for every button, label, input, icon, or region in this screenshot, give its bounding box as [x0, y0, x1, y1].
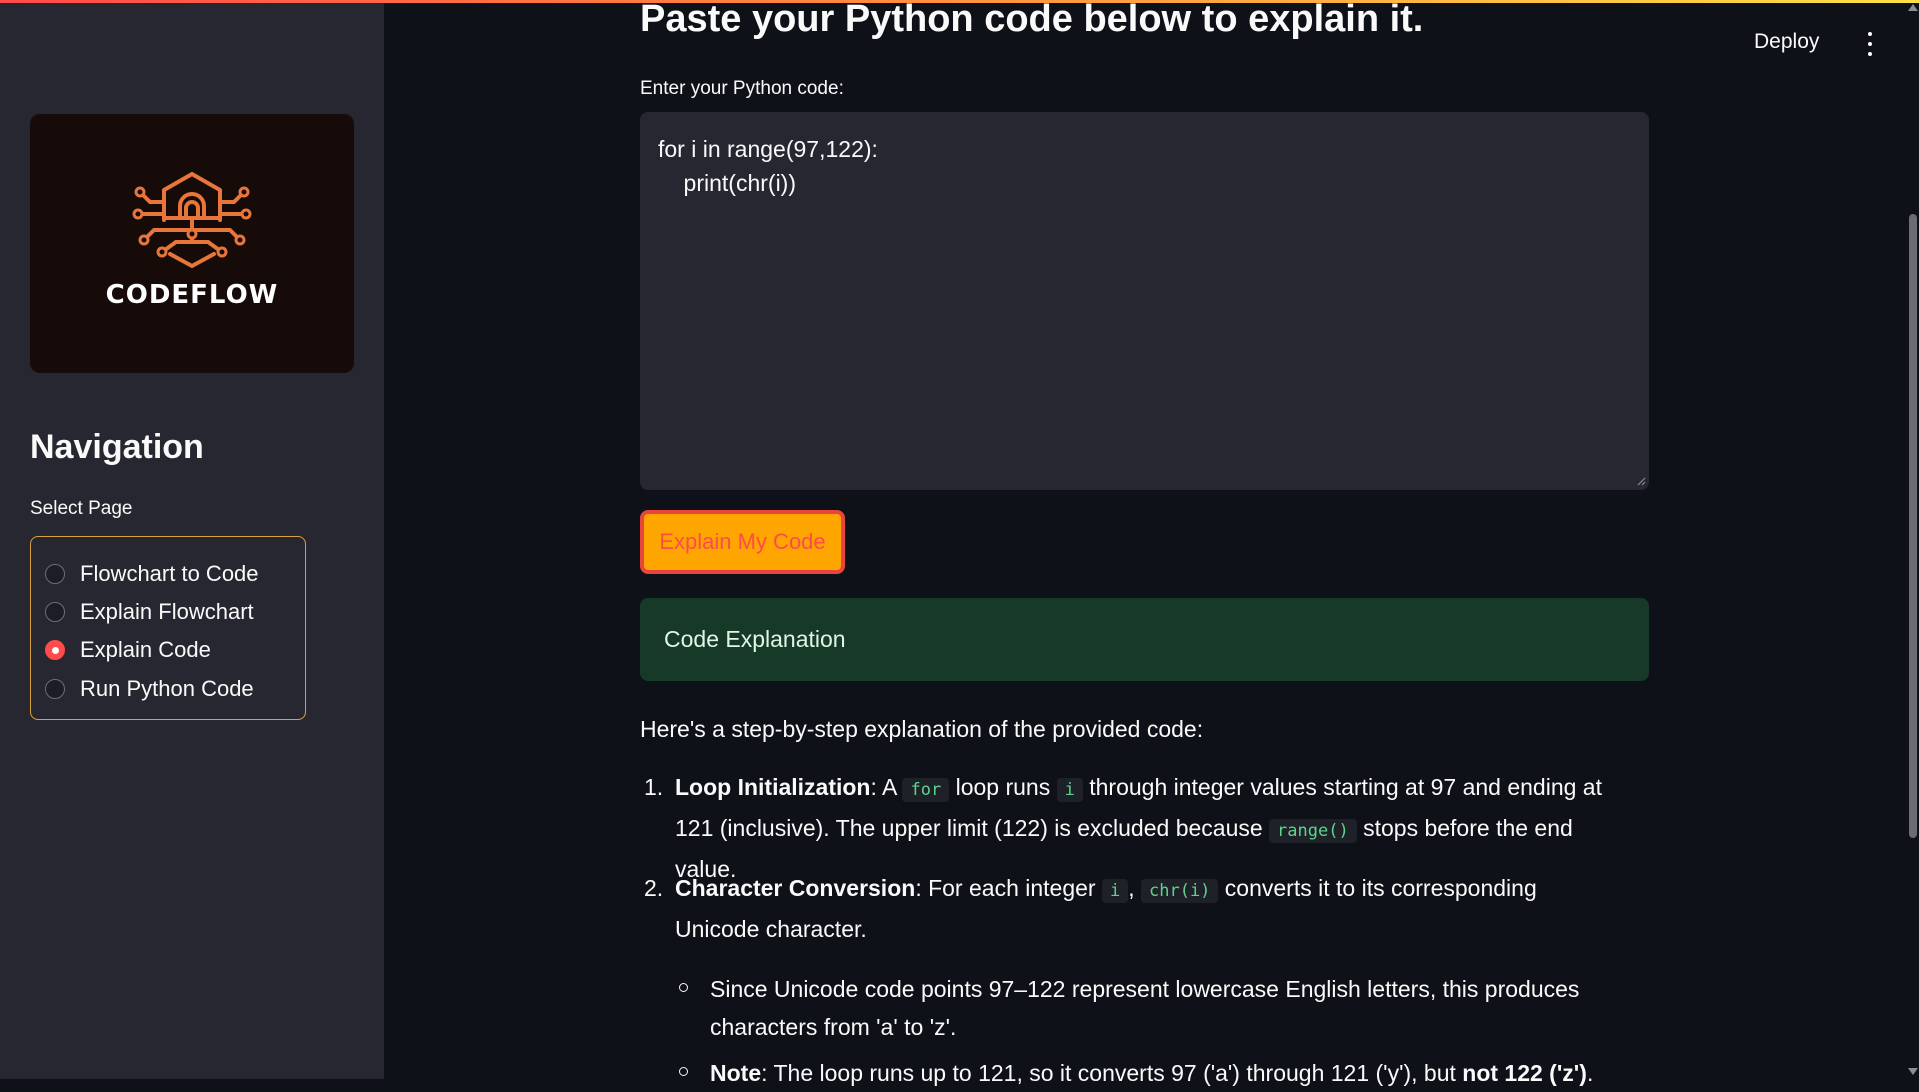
scroll-down-arrow-icon[interactable]	[1908, 1068, 1918, 1075]
logo-text: CODEFLOW	[105, 279, 279, 310]
sidebar: CODEFLOW Navigation Select Page Flowchar…	[0, 0, 384, 1079]
radio-selected-icon	[45, 640, 65, 660]
note-text: : The loop runs up to 121, so it convert…	[761, 1060, 1463, 1086]
scroll-up-arrow-icon[interactable]	[1908, 4, 1918, 11]
sub-bullet-text: Since Unicode code points 97–122 represe…	[710, 976, 1580, 1040]
radio-explain-code[interactable]: Explain Code	[45, 635, 211, 665]
code-input-label: Enter your Python code:	[640, 78, 844, 99]
result-heading-text: Code Explanation	[664, 626, 846, 652]
radio-label: Explain Code	[80, 637, 211, 662]
radio-label: Explain Flowchart	[80, 599, 254, 624]
step-text-part: loop runs	[949, 774, 1057, 800]
inline-code: i	[1101, 879, 1129, 903]
step-number: 1.	[644, 774, 664, 800]
note-emphasis: not 122 ('z')	[1462, 1060, 1587, 1086]
step-text-part: : A	[870, 774, 903, 800]
inline-code: for	[902, 778, 950, 802]
explain-my-code-button[interactable]: Explain My Code	[640, 510, 845, 574]
hollow-bullet-icon	[679, 983, 688, 992]
scrollbar-thumb[interactable]	[1909, 214, 1917, 838]
radio-label: Run Python Code	[80, 676, 254, 701]
step-title: Character Conversion	[675, 875, 916, 901]
select-page-label: Select Page	[30, 498, 133, 519]
inline-code: i	[1056, 778, 1083, 802]
deploy-button[interactable]: Deploy	[1754, 30, 1819, 54]
radio-circle-icon	[45, 602, 65, 622]
code-input[interactable]: for i in range(97,122): print(chr(i))	[640, 112, 1649, 490]
step-title: Loop Initialization	[675, 774, 871, 800]
page-title: Paste your Python code below to explain …	[640, 0, 1424, 40]
circuit-shield-icon	[132, 171, 252, 268]
nav-title: Navigation	[30, 428, 204, 466]
radio-label: Flowchart to Code	[80, 561, 259, 586]
codeflow-logo: CODEFLOW	[30, 114, 354, 373]
kebab-menu-icon[interactable]	[1866, 32, 1874, 56]
radio-explain-flowchart[interactable]: Explain Flowchart	[45, 597, 254, 627]
page-radio-group: Flowchart to Code Explain Flowchart Expl…	[30, 536, 306, 720]
step-text-part: : For each integer	[915, 875, 1102, 901]
hollow-bullet-icon	[679, 1067, 688, 1076]
radio-flowchart-to-code[interactable]: Flowchart to Code	[45, 559, 259, 589]
inline-code: chr(i)	[1141, 879, 1219, 903]
sub-bullet-text: Note: The loop runs up to 121, so it con…	[710, 1054, 1610, 1092]
radio-run-python-code[interactable]: Run Python Code	[45, 674, 254, 704]
step-text-part: ,	[1128, 875, 1141, 901]
top-accent-bar	[0, 0, 1919, 3]
inline-code: range()	[1269, 819, 1357, 843]
code-explanation-heading: Code Explanation	[640, 598, 1649, 681]
radio-circle-icon	[45, 564, 65, 584]
note-text: .	[1586, 1060, 1594, 1086]
note-label: Note	[710, 1060, 762, 1086]
resize-handle-icon[interactable]	[1636, 476, 1646, 486]
step-text: Character Conversion: For each integer i…	[675, 869, 1625, 948]
step-number: 2.	[644, 875, 664, 901]
radio-circle-icon	[45, 679, 65, 699]
explanation-intro: Here's a step-by-step explanation of the…	[640, 716, 1204, 742]
